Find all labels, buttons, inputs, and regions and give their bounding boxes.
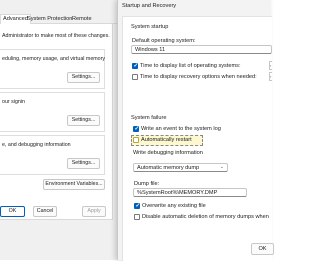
system-startup-heading: System startup	[131, 24, 169, 30]
performance-settings-button[interactable]: Settings...	[67, 72, 100, 83]
user-profiles-group: our signin Settings...	[0, 92, 105, 132]
chevron-down-icon: ⌄	[220, 164, 224, 169]
performance-description: eduling, memory usage, and virtual memor…	[2, 56, 106, 62]
system-properties-cancel-button[interactable]: Cancel	[33, 206, 57, 217]
overwrite-label: Overwrite any existing file	[142, 203, 206, 209]
tab-system-protection[interactable]: System Protection	[27, 15, 72, 23]
user-profiles-settings-button[interactable]: Settings...	[67, 115, 100, 126]
environment-variables-button[interactable]: Environment Variables...	[43, 179, 105, 190]
chevron-right-icon: ›	[270, 74, 272, 79]
auto-restart-checkbox[interactable]	[133, 137, 139, 143]
admin-note: Administrator to make most of these chan…	[2, 33, 110, 39]
default-os-label: Default operating system:	[132, 38, 196, 44]
system-properties-window: Advanced System Protection Remote Admini…	[0, 0, 120, 260]
write-event-checkbox[interactable]	[133, 126, 139, 132]
dialog-ok-button[interactable]: OK	[251, 243, 274, 255]
disable-auto-delete-label: Disable automatic deletion of memory dum…	[142, 214, 269, 220]
startup-recovery-description: e, and debugging information	[2, 142, 71, 148]
write-debug-heading: Write debugging information	[133, 150, 203, 156]
startup-recovery-settings-button[interactable]: Settings...	[67, 158, 100, 169]
startup-recovery-panel: System startup Default operating system:…	[122, 16, 274, 261]
dump-file-label: Dump file:	[134, 181, 160, 187]
advanced-tab-panel: Administrator to make most of these chan…	[0, 24, 113, 220]
startup-recovery-dialog: Startup and Recovery System startup Defa…	[117, 0, 274, 261]
system-failure-heading: System failure	[131, 115, 167, 121]
write-event-label: Write an event to the system log	[141, 126, 221, 132]
dump-type-value: Automatic memory dump	[137, 165, 200, 171]
system-properties-tabs: Advanced System Protection Remote	[0, 14, 120, 24]
chevron-right-icon: ›	[270, 63, 272, 68]
disable-auto-delete-checkbox[interactable]	[134, 214, 140, 220]
performance-group: eduling, memory usage, and virtual memor…	[0, 49, 105, 89]
default-os-select[interactable]: Windows 11	[131, 45, 272, 54]
time-recovery-label: Time to display recovery options when ne…	[140, 74, 257, 80]
auto-restart-label: Automatically restart	[141, 137, 192, 143]
time-recovery-checkbox[interactable]	[132, 74, 138, 80]
time-list-label: Time to display list of operating system…	[140, 63, 241, 69]
startup-recovery-group: e, and debugging information Settings...	[0, 135, 105, 175]
time-list-checkbox[interactable]	[132, 63, 138, 69]
dialog-title: Startup and Recovery	[122, 3, 177, 9]
time-recovery-spinner[interactable]: ›	[269, 72, 272, 81]
system-properties-ok-button[interactable]: OK	[0, 206, 25, 217]
user-profiles-description: our signin	[2, 99, 25, 105]
system-properties-apply-button[interactable]: Apply	[82, 206, 106, 217]
dump-file-input[interactable]: %SystemRoot%\MEMORY.DMP	[133, 188, 247, 197]
dump-type-select[interactable]: Automatic memory dump	[133, 163, 228, 172]
tab-remote[interactable]: Remote	[72, 15, 92, 23]
time-list-spinner[interactable]: ›	[269, 61, 272, 70]
overwrite-checkbox[interactable]	[134, 203, 140, 209]
